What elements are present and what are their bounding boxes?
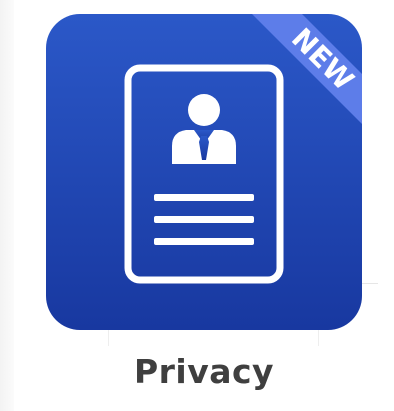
privacy-app-icon-button[interactable]: NEW <box>46 14 362 330</box>
app-label: Privacy <box>133 352 275 391</box>
page: NEW Privacy <box>0 0 394 411</box>
divider-line <box>108 330 109 346</box>
privacy-app-icon: NEW <box>46 14 362 330</box>
left-edge-panel <box>0 0 14 411</box>
divider-line <box>318 330 319 346</box>
